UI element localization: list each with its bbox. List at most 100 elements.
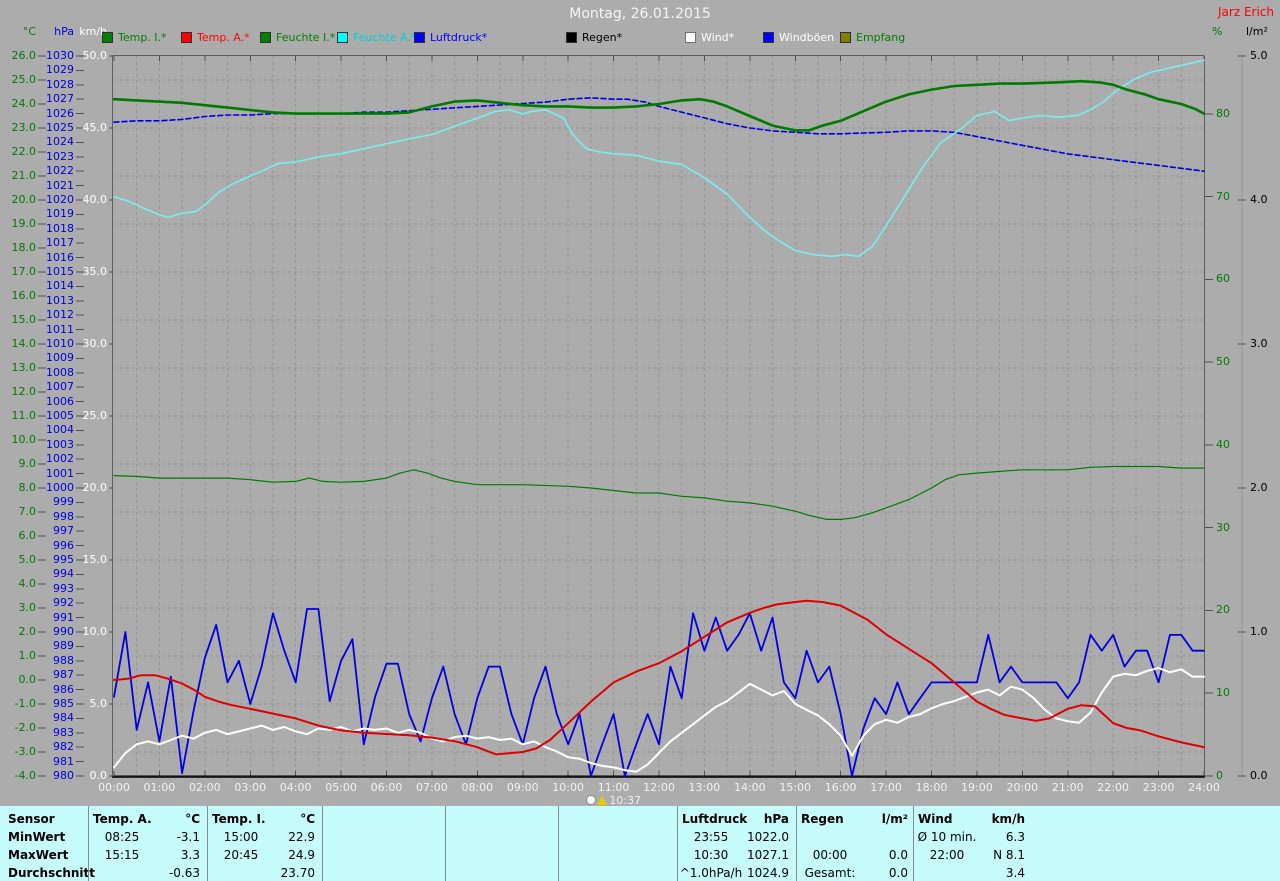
x-tick-label: 06:00 bbox=[365, 781, 409, 794]
x-tick-label: 10:00 bbox=[546, 781, 590, 794]
axis-label-wind-kmh: 25.0 bbox=[63, 410, 107, 422]
axis-label-wind-kmh: 50.0 bbox=[63, 50, 107, 62]
column-separator bbox=[322, 806, 323, 881]
axis-label-pressure-hpa: 987 bbox=[30, 669, 74, 681]
axis-label-pressure-hpa: 1003 bbox=[30, 439, 74, 451]
axis-label-pressure-hpa: 992 bbox=[30, 597, 74, 609]
x-tick-label: 07:00 bbox=[410, 781, 454, 794]
column-separator bbox=[445, 806, 446, 881]
axis-label-pressure-hpa: 981 bbox=[30, 756, 74, 768]
axis-label-rain-lm2: 1.0 bbox=[1250, 626, 1280, 638]
axis-label-rain-lm2: 3.0 bbox=[1250, 338, 1280, 350]
summary-col-unit: l/m² bbox=[796, 811, 908, 827]
axis-label-rain-lm2: 5.0 bbox=[1250, 50, 1280, 62]
x-tick-label: 04:00 bbox=[274, 781, 318, 794]
axis-label-humidity-pct: 50 bbox=[1216, 356, 1260, 368]
warning-icon bbox=[597, 796, 607, 805]
summary-cell-value: 6.3 bbox=[913, 829, 1025, 845]
axis-label-wind-kmh: 15.0 bbox=[63, 554, 107, 566]
axis-label-rain-lm2: 0.0 bbox=[1250, 770, 1280, 782]
series-temp-a bbox=[114, 601, 1204, 755]
axis-label-wind-kmh: 45.0 bbox=[63, 122, 107, 134]
axis-label-humidity-pct: 10 bbox=[1216, 687, 1260, 699]
x-tick-label: 12:00 bbox=[637, 781, 681, 794]
summary-cell-value: 24.9 bbox=[207, 847, 315, 863]
axis-label-pressure-hpa: 1021 bbox=[30, 180, 74, 192]
axis-label-pressure-hpa: 1026 bbox=[30, 108, 74, 120]
axis-label-pressure-hpa: 988 bbox=[30, 655, 74, 667]
axis-label-pressure-hpa: 1016 bbox=[30, 252, 74, 264]
axis-label-pressure-hpa: 1008 bbox=[30, 367, 74, 379]
summary-cell-value: -3.1 bbox=[88, 829, 200, 845]
summary-col-unit: hPa bbox=[677, 811, 789, 827]
x-tick-label: 20:00 bbox=[1000, 781, 1044, 794]
x-tick-label: 08:00 bbox=[455, 781, 499, 794]
axis-label-pressure-hpa: 1029 bbox=[30, 64, 74, 76]
axis-label-pressure-hpa: 989 bbox=[30, 640, 74, 652]
x-tick-label: 09:00 bbox=[501, 781, 545, 794]
x-tick-label: 15:00 bbox=[773, 781, 817, 794]
axis-label-rain-lm2: 4.0 bbox=[1250, 194, 1280, 206]
chart-plot[interactable] bbox=[0, 0, 1280, 881]
axis-label-wind-kmh: 35.0 bbox=[63, 266, 107, 278]
summary-col-unit: °C bbox=[207, 811, 315, 827]
axis-label-wind-kmh: 40.0 bbox=[63, 194, 107, 206]
axis-label-pressure-hpa: 1023 bbox=[30, 151, 74, 163]
x-tick-label: 17:00 bbox=[864, 781, 908, 794]
summary-table: SensorMinWertMaxWertDurchschnittTemp. A.… bbox=[0, 806, 1280, 881]
summary-row-label: MaxWert bbox=[8, 847, 86, 863]
summary-cell-value: 1022.0 bbox=[677, 829, 789, 845]
x-tick-label: 18:00 bbox=[910, 781, 954, 794]
axis-label-wind-kmh: 30.0 bbox=[63, 338, 107, 350]
axis-label-humidity-pct: 60 bbox=[1216, 273, 1260, 285]
axis-label-pressure-hpa: 1027 bbox=[30, 93, 74, 105]
axis-label-rain-lm2: 2.0 bbox=[1250, 482, 1280, 494]
summary-cell-value: 0.0 bbox=[796, 865, 908, 881]
axis-label-pressure-hpa: 982 bbox=[30, 741, 74, 753]
axis-label-pressure-hpa: 986 bbox=[30, 684, 74, 696]
x-tick-label: 16:00 bbox=[819, 781, 863, 794]
axis-label-pressure-hpa: 991 bbox=[30, 612, 74, 624]
summary-cell-value: 3.3 bbox=[88, 847, 200, 863]
axis-label-pressure-hpa: 1002 bbox=[30, 453, 74, 465]
axis-label-humidity-pct: 20 bbox=[1216, 604, 1260, 616]
axis-label-pressure-hpa: 1019 bbox=[30, 208, 74, 220]
axis-label-wind-kmh: 10.0 bbox=[63, 626, 107, 638]
summary-cell-value: N 8.1 bbox=[913, 847, 1025, 863]
axis-label-pressure-hpa: 1007 bbox=[30, 381, 74, 393]
axis-label-humidity-pct: 40 bbox=[1216, 439, 1260, 451]
axis-label-pressure-hpa: 1001 bbox=[30, 468, 74, 480]
x-tick-label: 11:00 bbox=[592, 781, 636, 794]
axis-label-pressure-hpa: 1028 bbox=[30, 79, 74, 91]
summary-row-label: MinWert bbox=[8, 829, 86, 845]
summary-cell-value: -0.63 bbox=[88, 865, 200, 881]
x-tick-label: 05:00 bbox=[319, 781, 363, 794]
summary-cell-value: 22.9 bbox=[207, 829, 315, 845]
axis-label-pressure-hpa: 1009 bbox=[30, 352, 74, 364]
axis-label-pressure-hpa: 1018 bbox=[30, 223, 74, 235]
summary-cell-value: 1024.9 bbox=[677, 865, 789, 881]
x-tick-label: 03:00 bbox=[228, 781, 272, 794]
x-tick-label: 19:00 bbox=[955, 781, 999, 794]
axis-label-pressure-hpa: 999 bbox=[30, 496, 74, 508]
summary-cell-value: 1027.1 bbox=[677, 847, 789, 863]
sun-icon bbox=[586, 795, 596, 805]
summary-col-unit: °C bbox=[88, 811, 200, 827]
axis-label-pressure-hpa: 1022 bbox=[30, 165, 74, 177]
x-tick-label: 24:00 bbox=[1182, 781, 1226, 794]
x-tick-label: 14:00 bbox=[728, 781, 772, 794]
axis-label-pressure-hpa: 1011 bbox=[30, 324, 74, 336]
x-tick-label: 01:00 bbox=[137, 781, 181, 794]
summary-cell-value: 3.4 bbox=[913, 865, 1025, 881]
summary-row-label: Durchschnitt bbox=[8, 865, 86, 881]
x-tick-label: 00:00 bbox=[92, 781, 136, 794]
axis-label-pressure-hpa: 997 bbox=[30, 525, 74, 537]
x-tick-label: 23:00 bbox=[1137, 781, 1181, 794]
axis-label-pressure-hpa: 1017 bbox=[30, 237, 74, 249]
axis-label-humidity-pct: 80 bbox=[1216, 108, 1260, 120]
axis-label-pressure-hpa: 1013 bbox=[30, 295, 74, 307]
time-marker-label: 10:37 bbox=[609, 794, 641, 807]
series-feuchte-i bbox=[114, 467, 1204, 520]
axis-label-humidity-pct: 30 bbox=[1216, 522, 1260, 534]
axis-label-wind-kmh: 20.0 bbox=[63, 482, 107, 494]
